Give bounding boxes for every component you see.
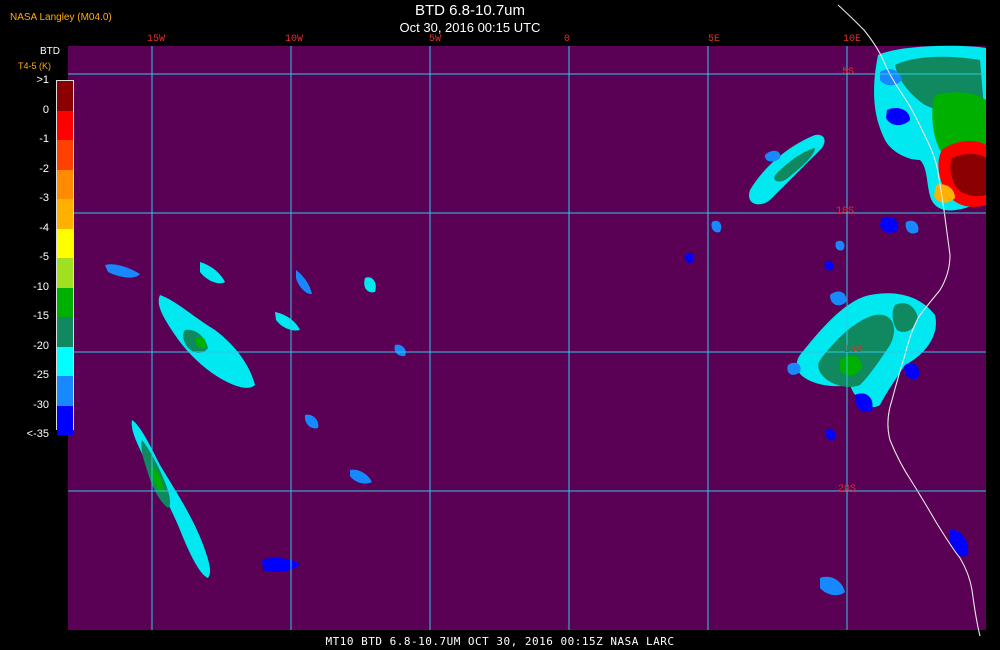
legend-swatch (57, 376, 73, 406)
legend-swatch (57, 169, 73, 199)
legend-label: -15 (33, 310, 49, 322)
legend-label: -1 (39, 133, 49, 145)
lon-label-0: 0 (563, 34, 571, 45)
legend-swatch (57, 405, 73, 435)
legend-label: -5 (39, 251, 49, 263)
legend-swatch (57, 346, 73, 376)
legend-label: -10 (33, 280, 49, 293)
lon-label-5e: 5E (707, 34, 721, 45)
lat-label-5s: 5S (842, 67, 855, 78)
lat-label-20s: 20S (838, 484, 857, 495)
legend-label: >1 (36, 74, 49, 86)
legend-label: <-35 (26, 428, 49, 440)
map-subtitle: Oct 30, 2016 00:15 UTC (399, 20, 541, 35)
legend-swatch (57, 110, 73, 140)
legend-swatch (57, 258, 73, 288)
map-title: BTD 6.8-10.7um (414, 2, 526, 19)
legend-swatch (57, 81, 73, 111)
legend-label: -2 (39, 162, 49, 175)
lon-label-10e: 10E (842, 34, 862, 45)
legend-label: 0 (42, 103, 49, 116)
legend-swatch (57, 228, 73, 258)
lon-label-5w: 5W (428, 34, 442, 45)
footer-caption: MT10 BTD 6.8-10.7UM OCT 30, 2016 00:15Z … (325, 635, 675, 648)
legend-label: -20 (33, 339, 49, 352)
legend-swatch (57, 199, 73, 229)
lon-label-10w: 10W (284, 34, 304, 45)
lon-label-15w: 15W (146, 34, 166, 45)
legend-label: -4 (39, 221, 49, 234)
satellite-map (0, 0, 1000, 650)
legend-swatch (57, 287, 73, 317)
legend-label: -25 (33, 369, 49, 381)
legend-swatch (57, 317, 73, 347)
lat-label-10s: 10S (836, 206, 855, 217)
legend-label: -3 (39, 192, 49, 204)
legend-title: BTD (40, 46, 60, 57)
legend-label: -30 (33, 398, 49, 411)
legend-unit: T4-5 (K) (18, 61, 52, 71)
legend-swatch (57, 140, 73, 170)
color-scale-bar (56, 80, 74, 435)
lat-label-15s: 15S (844, 345, 863, 356)
